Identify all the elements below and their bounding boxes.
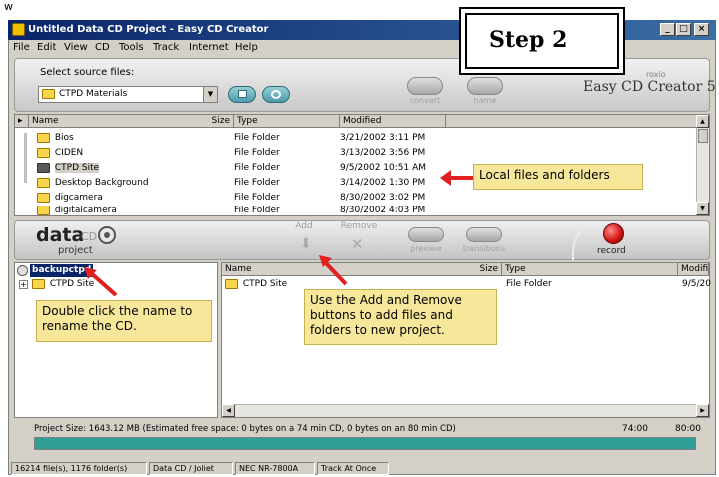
scroll-thumb[interactable] [698,129,708,143]
list-item-clipped[interactable]: digitalcamera File Folder 8/30/2002 4:03… [37,206,437,215]
mark-74: 74:00 [622,424,648,434]
stray-mark: w [4,0,13,13]
datacd-logo-cd: CD [81,230,98,243]
project-list-header: Name Size Type Modifi [222,263,709,276]
expand-icon[interactable]: + [19,280,28,289]
list-item[interactable]: CIDEN File Folder 3/13/2002 3:56 PM [37,146,437,161]
header-type[interactable]: Type [234,115,340,128]
add-label: Add [295,221,313,231]
folder-icon [225,278,238,289]
disc-icon [98,226,116,244]
status-drive: NEC NR-7800A [235,462,315,475]
folder-icon [37,192,50,203]
source-combo-value: CTPD Materials [59,89,128,99]
datacd-logo-sub: project [58,245,93,256]
arrow-down-icon: ⬇ [300,236,312,252]
arrow-add-remove-icon [319,255,348,286]
app-icon [12,23,25,36]
menu-view[interactable]: View [64,42,88,53]
source-list-header: ▸ Name Size Type Modified [15,115,696,128]
folder-icon [37,177,50,188]
preview-button[interactable] [408,227,444,242]
scroll-down-button[interactable]: ▼ [696,202,709,215]
list-item-selected[interactable]: CTPD Site File Folder 9/5/2002 10:51 AM [37,161,437,176]
record-button[interactable] [603,223,624,244]
remove-button[interactable]: ✕ [351,235,364,253]
transitions-button[interactable] [466,227,502,242]
callout-local-files: Local files and folders [473,164,643,190]
header-type[interactable]: Type [502,263,678,276]
refresh-icon [271,90,281,99]
menu-cd[interactable]: CD [95,42,110,53]
menu-help[interactable]: Help [235,42,258,53]
list-item[interactable]: digcamera File Folder 8/30/2002 3:02 PM [37,191,437,206]
menu-internet[interactable]: Internet [189,42,229,53]
name-button[interactable] [467,77,503,95]
refresh-button[interactable] [262,86,290,103]
chevron-down-icon[interactable]: ▼ [203,87,217,102]
record-label: record [597,246,626,256]
tree-line [24,133,27,183]
folder-icon [37,206,50,215]
source-scrollbar[interactable]: ▲ ▼ [696,115,709,215]
header-expand: ▸ [15,115,29,128]
add-button[interactable]: ⬇ [300,236,312,252]
callout-add-remove: Use the Add and Remove buttons to add fi… [304,289,497,345]
arrow-rename-icon [84,267,118,297]
menu-track[interactable]: Track [153,42,179,53]
step-heading: Step 2 [489,27,568,53]
project-size-text: Project Size: 1643.12 MB (Estimated free… [34,424,456,434]
scroll-left-button[interactable]: ◀ [222,404,235,417]
header-modified[interactable]: Modifi [678,263,709,276]
datacd-logo: data [36,224,85,246]
source-combo[interactable]: CTPD Materials ▼ [38,86,218,103]
callout-rename: Double click the name to rename the CD. [36,300,212,342]
menu-file[interactable]: File [13,42,30,53]
scroll-right-button[interactable]: ▶ [696,404,709,417]
folder-icon [42,89,55,99]
window-title: Untitled Data CD Project - Easy CD Creat… [28,24,269,35]
brand-name: Easy CD Creator 5 [583,79,716,95]
convert-button[interactable] [407,77,443,95]
folder-open-icon [37,162,50,173]
mark-80: 80:00 [675,424,701,434]
menu-tools[interactable]: Tools [119,42,144,53]
header-modified[interactable]: Modified [340,115,446,128]
maximize-button[interactable]: □ [676,23,691,36]
status-files: 16214 file(s), 1176 folder(s) [11,462,147,475]
remove-x-icon: ✕ [351,235,364,253]
project-size-meter [34,437,696,450]
status-bar: 16214 file(s), 1176 folder(s) Data CD / … [9,462,715,475]
header-name[interactable]: Name Size [29,115,234,128]
up-folder-button[interactable] [228,86,256,103]
folder-icon [37,147,50,158]
transitions-label: transitions [462,244,506,253]
preview-label: preview [410,244,442,253]
menu-edit[interactable]: Edit [37,42,56,53]
cd-icon [17,265,28,276]
list-item[interactable]: Desktop Background File Folder 3/14/2002… [37,176,437,191]
status-format: Data CD / Joliet [149,462,233,475]
scroll-up-button[interactable]: ▲ [696,115,709,128]
status-mode: Track At Once [317,462,389,475]
step-frame: Step 2 [459,7,625,75]
folder-up-icon [238,90,247,98]
arrow-local-icon [440,170,473,186]
folder-icon [37,132,50,143]
project-hscrollbar[interactable]: ◀ ▶ [222,404,709,417]
close-button[interactable]: × [694,23,709,36]
minimize-button[interactable]: _ [660,23,675,36]
header-name[interactable]: Name Size [222,263,502,276]
remove-label: Remove [340,221,378,231]
folder-icon [32,278,45,289]
source-label: Select source files: [40,67,135,78]
name-label: name [473,96,497,105]
list-item[interactable]: Bios File Folder 3/21/2002 3:11 PM [37,131,437,146]
roxio-label: roxio [646,70,666,79]
step-inner: Step 2 [465,13,619,69]
project-size-fill [35,438,695,449]
convert-label: convert [409,96,441,105]
